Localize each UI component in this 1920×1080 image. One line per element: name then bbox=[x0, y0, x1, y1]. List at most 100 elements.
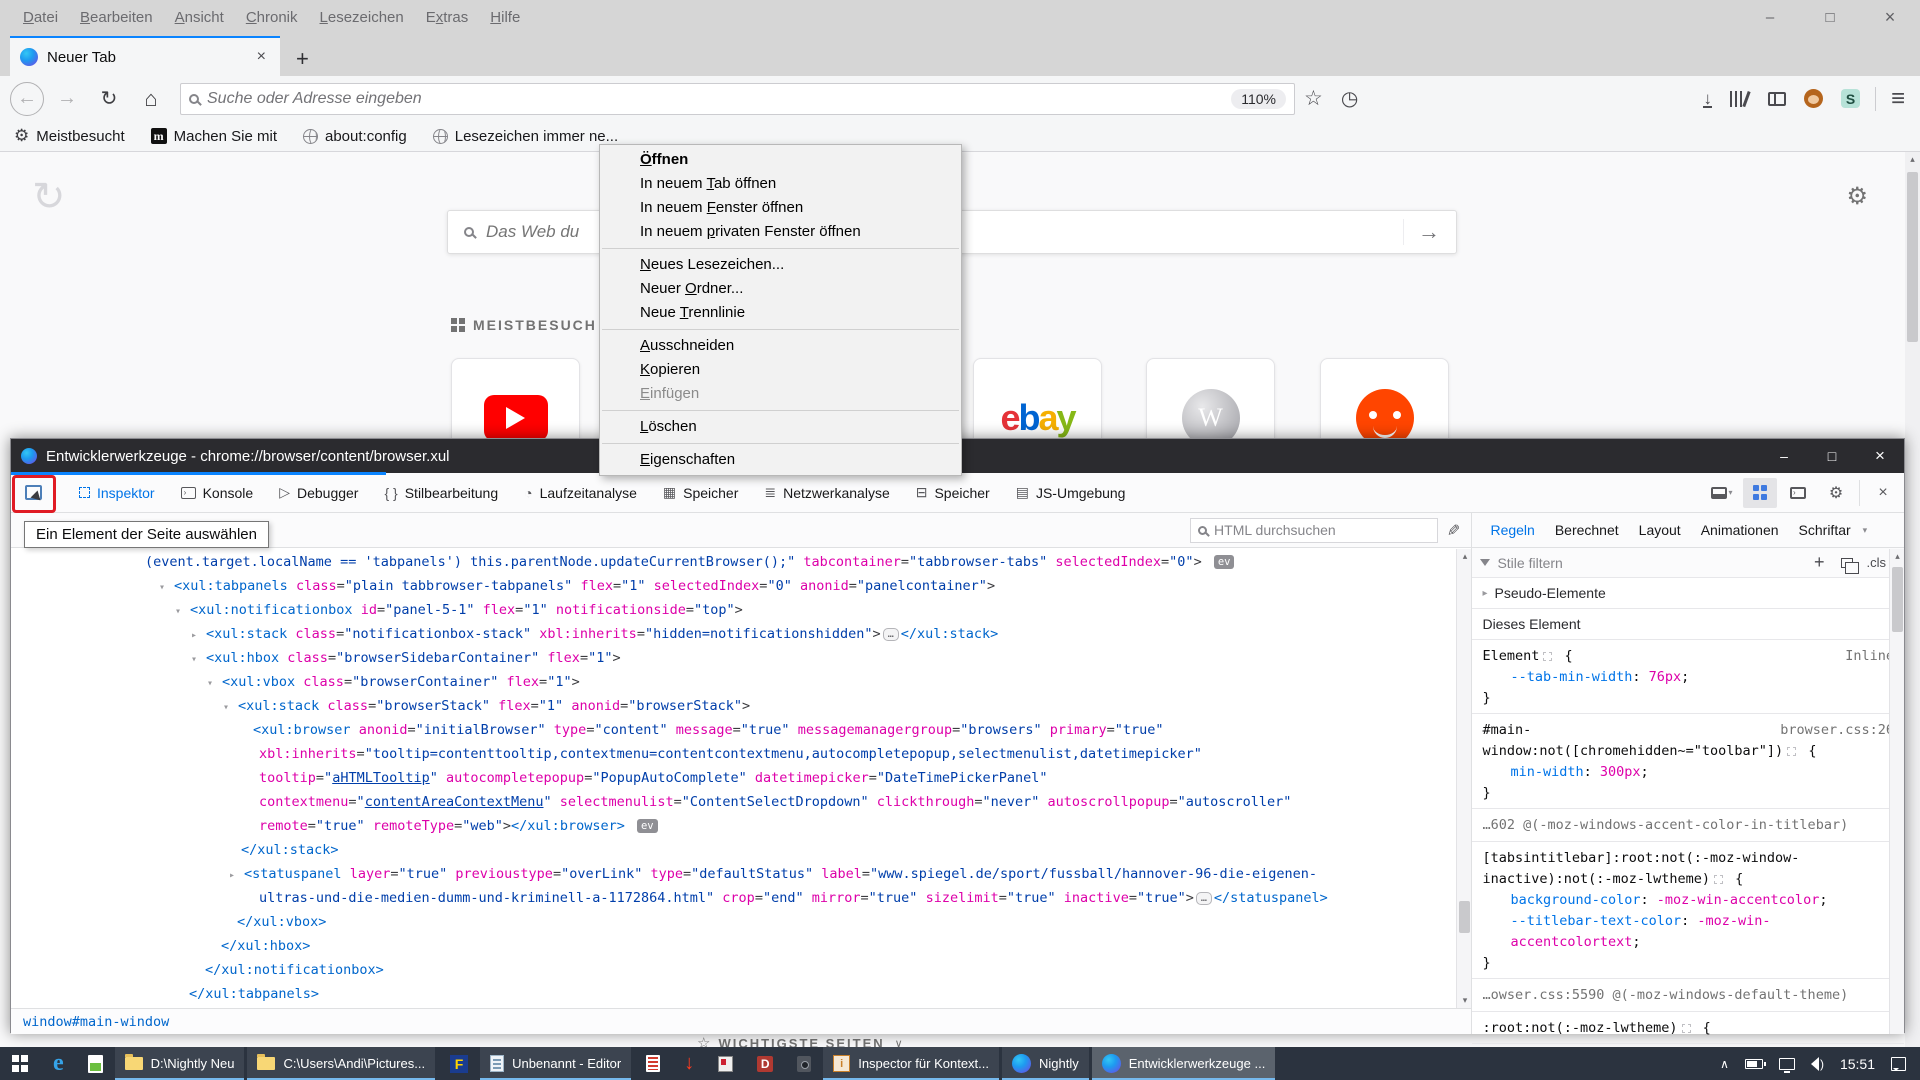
browser-scrollbar[interactable]: ▴ bbox=[1905, 152, 1920, 1047]
expand-twisty-icon[interactable]: ▾ bbox=[191, 648, 206, 672]
action-center-icon[interactable] bbox=[1891, 1057, 1906, 1071]
rule-source-link[interactable]: browser.css:26 bbox=[1780, 720, 1894, 741]
context-menu-item-ausschneiden[interactable]: Ausschneiden bbox=[600, 334, 961, 358]
html-search-box[interactable] bbox=[1190, 518, 1438, 543]
markup-line[interactable]: ▾<xul:hbox class="browserSidebarContaine… bbox=[11, 646, 1471, 670]
eyedropper-icon[interactable]: ✎ bbox=[1443, 523, 1463, 536]
rule-selector[interactable]: InlineElement { bbox=[1482, 646, 1894, 667]
expand-twisty-icon[interactable]: ▾ bbox=[223, 696, 238, 720]
event-badge[interactable]: ev bbox=[637, 819, 658, 833]
speaker-icon[interactable]: ) bbox=[1811, 1057, 1824, 1071]
markup-line[interactable]: tooltip="aHTMLTooltip" autocompletepopup… bbox=[11, 766, 1471, 790]
scrollbar-thumb[interactable] bbox=[1459, 901, 1470, 933]
bookmark-machen-sie-mit[interactable]: mMachen Sie mit bbox=[151, 128, 277, 145]
markup-line[interactable]: </xul:stack> bbox=[11, 838, 1471, 862]
taskbar-cards-app[interactable] bbox=[706, 1047, 745, 1080]
devtools-maximize-button[interactable]: □ bbox=[1808, 439, 1856, 473]
devtools-tab-netzwerkanalyse[interactable]: ≣Netzwerkanalyse bbox=[764, 484, 889, 501]
css-declaration[interactable]: background-color: -moz-win-accentcolor; bbox=[1482, 890, 1894, 911]
css-rule[interactable]: :root:not(:-moz-lwtheme) { bbox=[1472, 1012, 1904, 1044]
search-go-arrow-icon[interactable]: → bbox=[1403, 219, 1440, 245]
bookmark-star-icon[interactable]: ☆ bbox=[1295, 86, 1332, 111]
taskbar-inspector-kontext-window[interactable]: iInspector für Kontext... bbox=[823, 1047, 999, 1080]
monkey-extension-icon[interactable] bbox=[1804, 89, 1823, 108]
sidebar-tabs-overflow-icon[interactable]: ▾ bbox=[1863, 525, 1868, 536]
minimize-button[interactable]: – bbox=[1740, 0, 1800, 34]
scroll-down-icon[interactable]: ▾ bbox=[1457, 993, 1472, 1008]
taskbar-d-app[interactable]: D bbox=[745, 1047, 785, 1080]
stylus-extension-icon[interactable]: S bbox=[1841, 89, 1860, 108]
menu-ansicht[interactable]: Ansicht bbox=[164, 9, 235, 26]
scroll-up-icon[interactable]: ▴ bbox=[1905, 152, 1920, 167]
back-button[interactable]: ← bbox=[10, 82, 44, 116]
scrollbar-thumb[interactable] bbox=[1892, 567, 1903, 632]
context-menu-item-neues-lesezeichen[interactable]: Neues Lesezeichen... bbox=[600, 253, 961, 277]
context-menu-item-l-schen[interactable]: Löschen bbox=[600, 415, 961, 439]
devtools-close-toolbox-button[interactable]: × bbox=[1866, 478, 1900, 508]
taskbar-clock[interactable]: 15:51 bbox=[1840, 1056, 1875, 1072]
value-token[interactable]: aHTMLTooltip bbox=[332, 770, 430, 786]
markup-line[interactable]: xbl:inherits="tooltip=contenttooltip,con… bbox=[11, 742, 1471, 766]
split-console-button[interactable]: › bbox=[1781, 478, 1815, 508]
markup-line[interactable]: ▾<xul:vbox class="browserContainer" flex… bbox=[11, 670, 1471, 694]
devtools-tab-speicher[interactable]: ▦Speicher bbox=[663, 484, 739, 501]
property-value[interactable]: -moz-win-accentcolor bbox=[1657, 892, 1820, 908]
history-clock-icon[interactable]: ◷ bbox=[1332, 86, 1367, 111]
url-bar[interactable]: 110% bbox=[180, 83, 1295, 115]
battery-icon[interactable] bbox=[1745, 1059, 1763, 1069]
devtools-settings-button[interactable]: ⚙ bbox=[1819, 478, 1853, 508]
expand-twisty-icon[interactable]: ▸ bbox=[1482, 588, 1487, 599]
markup-line[interactable]: ▾<xul:tabpanels class="plain tabbrowser-… bbox=[11, 574, 1471, 598]
scroll-up-icon[interactable]: ▴ bbox=[1890, 549, 1905, 564]
close-button[interactable]: × bbox=[1860, 0, 1920, 34]
print-media-icon[interactable] bbox=[1841, 558, 1853, 568]
breadcrumb[interactable]: window#main-window bbox=[11, 1008, 1473, 1034]
sidebar-tab-schriftar[interactable]: Schriftar bbox=[1799, 522, 1851, 538]
maximize-button[interactable]: □ bbox=[1800, 0, 1860, 34]
taskbar-explorer-nightly-neu[interactable]: D:\Nightly Neu bbox=[115, 1047, 245, 1080]
property-name[interactable]: min-width bbox=[1510, 764, 1583, 780]
taskbar-camera-app[interactable] bbox=[785, 1047, 823, 1080]
newtab-settings-gear-icon[interactable]: ⚙ bbox=[1846, 182, 1868, 211]
rule-selector[interactable]: [tabsintitlebar]:root:not(:-moz-window- bbox=[1482, 848, 1894, 869]
property-value[interactable]: 76px bbox=[1649, 669, 1682, 685]
taskbar-nightly-window[interactable]: Nightly bbox=[1002, 1047, 1089, 1080]
context-menu-item-ffnen[interactable]: Öffnen bbox=[600, 148, 961, 172]
property-value[interactable]: 300px bbox=[1600, 764, 1641, 780]
markup-line[interactable]: ▸<xul:stack class="notificationbox-stack… bbox=[11, 622, 1471, 646]
add-rule-icon[interactable]: + bbox=[1814, 552, 1825, 573]
taskbar-start-button[interactable] bbox=[0, 1047, 41, 1080]
tab-neuer-tab[interactable]: Neuer Tab × bbox=[10, 36, 280, 76]
network-display-icon[interactable] bbox=[1779, 1058, 1795, 1070]
markup-line[interactable]: </xul:vbox> bbox=[11, 910, 1471, 934]
taskbar-devtools-window-button[interactable]: Entwicklerwerkzeuge ... bbox=[1092, 1047, 1276, 1080]
collapsed-content-icon[interactable]: … bbox=[1196, 892, 1212, 905]
css-declaration[interactable]: min-width: 300px; bbox=[1482, 762, 1894, 783]
devtools-tab-inspektor[interactable]: Inspektor bbox=[79, 485, 155, 501]
taskbar-image-viewer-button[interactable] bbox=[76, 1047, 115, 1080]
menu-extras[interactable]: Extras bbox=[415, 9, 480, 26]
markup-line[interactable]: <xul:browser anonid="initialBrowser" typ… bbox=[11, 718, 1471, 742]
rule-source-link[interactable]: Inline bbox=[1845, 646, 1894, 667]
context-menu-item-neue-trennlinie[interactable]: Neue Trennlinie bbox=[600, 301, 961, 325]
menu-chronik[interactable]: Chronik bbox=[235, 9, 309, 26]
breadcrumb-item[interactable]: window#main-window bbox=[23, 1014, 169, 1030]
taskbar-edge-button[interactable]: e bbox=[41, 1047, 76, 1080]
devtools-close-button[interactable]: × bbox=[1856, 439, 1904, 473]
sidebar-toggle-icon[interactable] bbox=[1768, 92, 1786, 106]
expand-twisty-icon[interactable]: ▾ bbox=[207, 672, 222, 696]
devtools-tab-speicher[interactable]: ⊟Speicher bbox=[916, 484, 990, 501]
dock-side-button[interactable]: ▾ bbox=[1705, 478, 1739, 508]
context-menu-item-eigenschaften[interactable]: Eigenschaften bbox=[600, 448, 961, 472]
markup-line[interactable]: ▾<xul:notificationbox id="panel-5-1" fle… bbox=[11, 598, 1471, 622]
rule-selector[interactable]: window:not([chromehidden~="toolbar"]) { bbox=[1482, 741, 1894, 762]
property-name[interactable]: --titlebar-text-color bbox=[1510, 913, 1681, 929]
sidebar-tab-animationen[interactable]: Animationen bbox=[1701, 522, 1779, 538]
markup-line[interactable]: (event.target.localName == 'tabpanels') … bbox=[11, 550, 1471, 574]
expand-twisty-icon[interactable]: ▾ bbox=[159, 576, 174, 600]
markup-line[interactable]: </xul:notificationbox> bbox=[11, 958, 1471, 982]
context-menu-item-kopieren[interactable]: Kopieren bbox=[600, 358, 961, 382]
property-name[interactable]: --tab-min-width bbox=[1510, 669, 1632, 685]
expand-twisty-icon[interactable]: ▾ bbox=[175, 600, 190, 624]
bookmark-about-config[interactable]: about:config bbox=[303, 128, 407, 145]
